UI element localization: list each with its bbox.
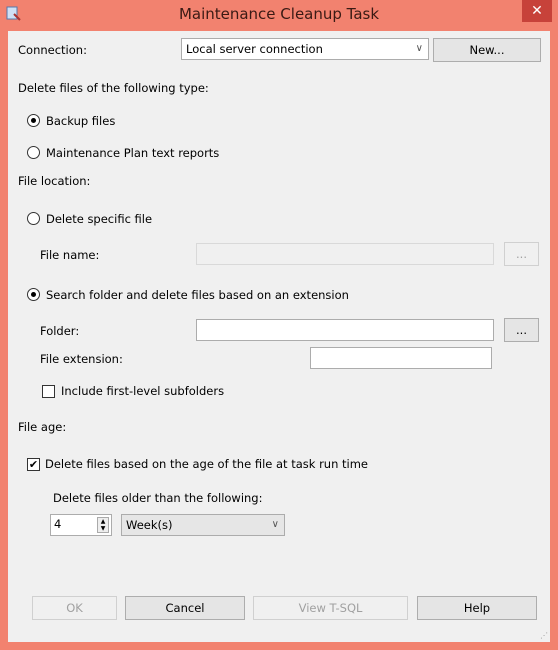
new-connection-button[interactable]: New... — [433, 38, 541, 62]
delete-by-age-label[interactable]: Delete files based on the age of the fil… — [45, 457, 368, 471]
specific-file-label[interactable]: Delete specific file — [46, 212, 152, 226]
file-name-browse-button[interactable]: ... — [504, 242, 539, 266]
file-location-heading: File location: — [18, 174, 91, 188]
spinner-arrows-icon[interactable]: ▲ ▼ — [97, 517, 109, 533]
age-amount-spinner[interactable]: 4 ▲ ▼ — [50, 514, 112, 536]
view-tsql-button[interactable]: View T-SQL — [253, 596, 408, 620]
folder-browse-button[interactable]: ... — [504, 318, 539, 342]
window-title: Maintenance Cleanup Task — [178, 5, 380, 23]
close-button[interactable]: ✕ — [522, 0, 552, 22]
delete-by-age-checkbox[interactable]: ✔ — [27, 458, 40, 471]
folder-input[interactable] — [196, 319, 494, 341]
dialog-body: Connection: Local server connection ∨ New… — [8, 31, 550, 642]
file-age-heading: File age: — [18, 420, 67, 434]
age-unit-value: Week(s) — [126, 518, 173, 532]
subfolders-label[interactable]: Include first-level subfolders — [61, 384, 224, 398]
backup-files-label[interactable]: Backup files — [46, 114, 115, 128]
connection-label: Connection: — [18, 43, 87, 57]
connection-value: Local server connection — [186, 42, 323, 56]
file-name-input[interactable] — [196, 243, 494, 265]
chevron-down-icon: ∨ — [415, 43, 423, 54]
age-unit-select[interactable]: Week(s) ∨ — [121, 514, 285, 536]
help-button[interactable]: Help — [417, 596, 537, 620]
backup-files-radio[interactable] — [27, 114, 40, 127]
age-amount-value: 4 — [54, 517, 62, 531]
file-type-heading: Delete files of the following type: — [18, 81, 209, 95]
cancel-button[interactable]: Cancel — [125, 596, 245, 620]
chevron-down-icon: ∨ — [271, 519, 279, 530]
file-name-label: File name: — [40, 248, 100, 262]
connection-select[interactable]: Local server connection ∨ — [181, 38, 429, 60]
text-reports-radio[interactable] — [27, 146, 40, 159]
folder-label: Folder: — [40, 324, 80, 338]
older-than-label: Delete files older than the following: — [53, 491, 263, 505]
search-folder-radio[interactable] — [27, 288, 40, 301]
resize-grip-icon[interactable]: ⋰ — [540, 631, 548, 640]
specific-file-radio[interactable] — [27, 212, 40, 225]
file-extension-input[interactable] — [310, 347, 492, 369]
subfolders-checkbox[interactable] — [42, 385, 55, 398]
ok-button[interactable]: OK — [32, 596, 117, 620]
search-folder-label[interactable]: Search folder and delete files based on … — [46, 288, 349, 302]
text-reports-label[interactable]: Maintenance Plan text reports — [46, 146, 219, 160]
file-extension-label: File extension: — [40, 352, 123, 366]
